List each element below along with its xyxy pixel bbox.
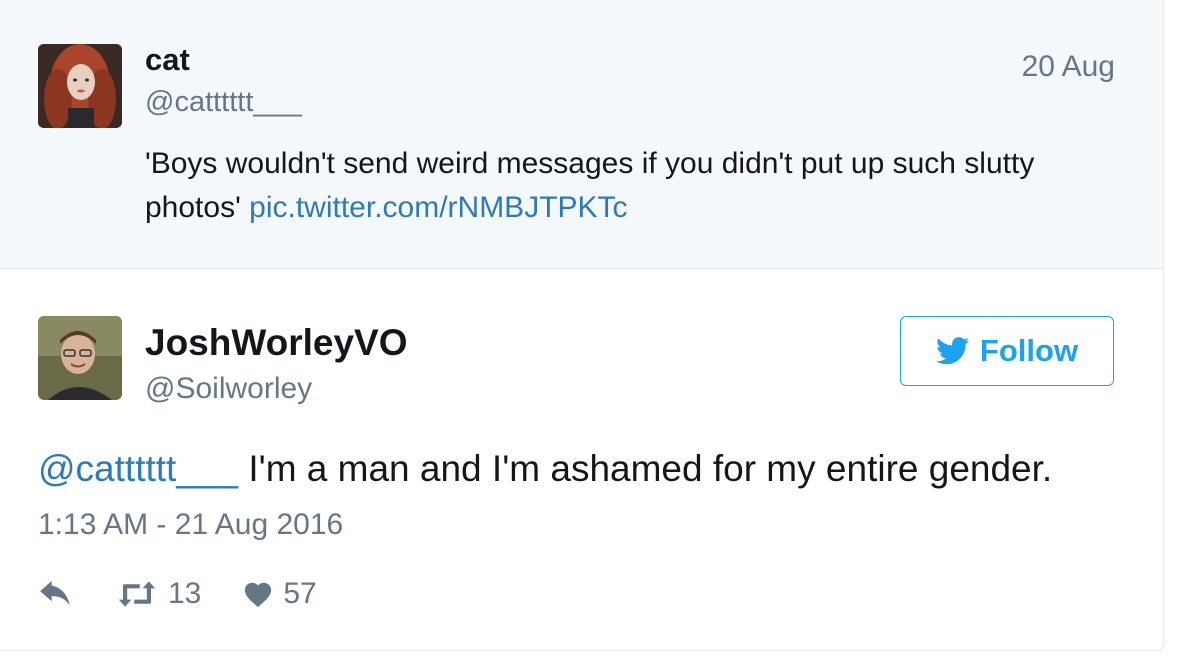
reply-author-handle[interactable]: @Soilworley — [145, 372, 312, 406]
like-count: 57 — [283, 577, 317, 610]
quoted-author-handle[interactable]: @catttttt___ — [145, 86, 302, 119]
follow-button[interactable]: Follow — [900, 316, 1114, 386]
quoted-tweet[interactable]: cat @catttttt___ 20 Aug 'Boys wouldn't s… — [0, 0, 1163, 269]
cat-avatar[interactable] — [38, 44, 122, 128]
reply-timestamp[interactable]: 1:13 AM - 21 Aug 2016 — [38, 508, 343, 542]
reply-tweet-text: @catttttt___ I'm a man and I'm ashamed f… — [38, 448, 1052, 490]
tweet-actions: 13 57 — [38, 574, 359, 614]
reply-icon — [40, 581, 70, 606]
quoted-tweet-pic-link[interactable]: pic.twitter.com/rNMBJTPKTc — [249, 191, 627, 224]
retweet-icon — [118, 581, 156, 607]
josh-avatar[interactable] — [38, 316, 122, 400]
heart-icon — [245, 582, 272, 608]
reply-author-name[interactable]: JoshWorleyVO — [145, 322, 408, 364]
reply-tweet-body: I'm a man and I'm ashamed for my entire … — [248, 448, 1053, 489]
reply-action[interactable] — [38, 581, 74, 607]
like-action[interactable]: 57 — [243, 577, 317, 611]
quoted-tweet-date[interactable]: 20 Aug — [1022, 50, 1115, 84]
follow-label: Follow — [979, 333, 1079, 368]
quoted-tweet-text: 'Boys wouldn't send weird messages if yo… — [145, 142, 1095, 230]
mention-link[interactable]: @catttttt___ — [38, 448, 238, 489]
retweet-count: 13 — [168, 577, 202, 610]
tweet-card: cat @catttttt___ 20 Aug 'Boys wouldn't s… — [0, 0, 1164, 651]
quoted-author-name[interactable]: cat — [145, 42, 190, 78]
retweet-action[interactable]: 13 — [116, 577, 201, 611]
twitter-bird-icon — [935, 337, 970, 365]
